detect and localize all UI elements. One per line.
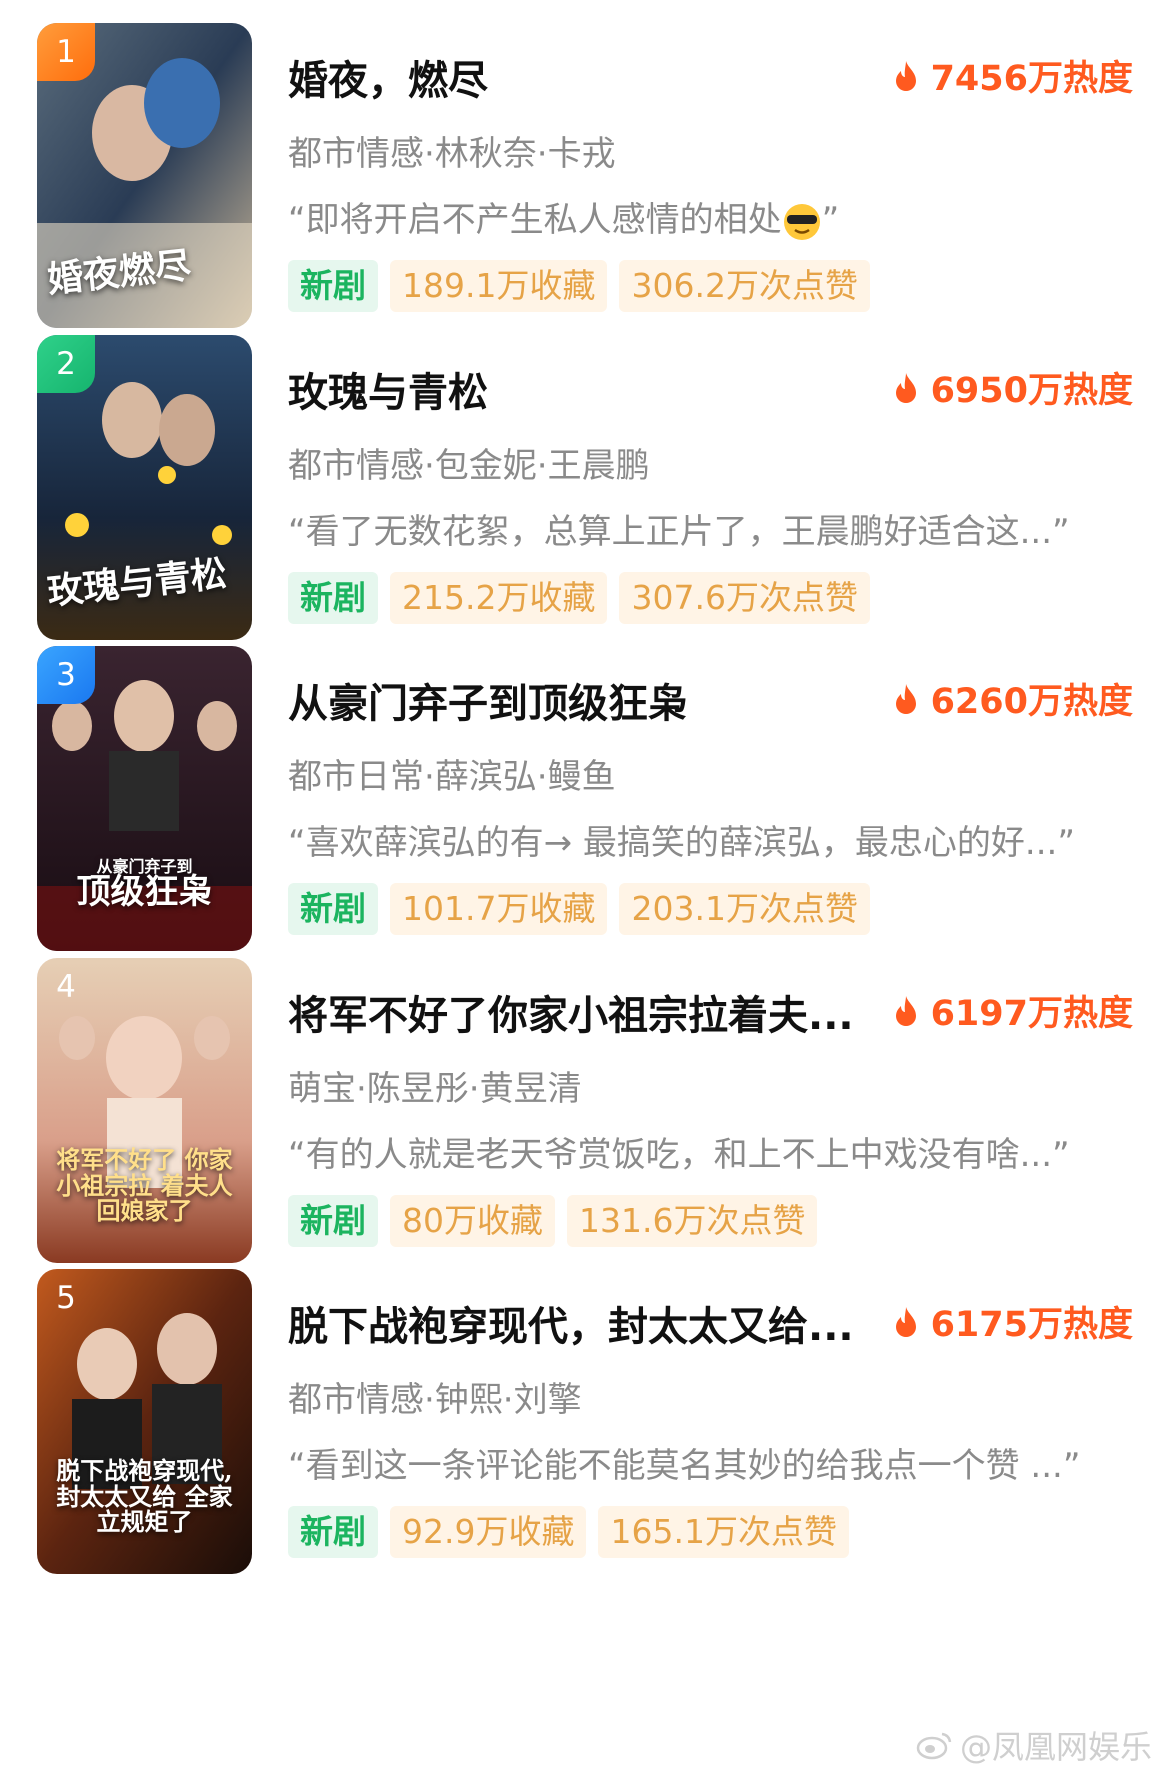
flame-icon	[895, 372, 916, 403]
badge-row: 新剧 92.9万收藏 165.1万次点赞	[288, 1506, 849, 1558]
likes-badge: 165.1万次点赞	[598, 1506, 849, 1558]
drama-tags: 萌宝·陈昱彤·黄昱清	[288, 1069, 582, 1109]
likes-badge: 306.2万次点赞	[619, 260, 870, 312]
rank-badge: 5	[56, 1280, 76, 1316]
collections-badge: 80万收藏	[390, 1195, 555, 1247]
poster-image[interactable]: 从豪门弃子到 顶级狂枭 3	[37, 646, 252, 951]
rank-badge: 1	[37, 23, 95, 81]
poster-image[interactable]: 脱下战袍穿现代, 封太太又给 全家立规矩了 5	[37, 1269, 252, 1574]
heat-value: 6197万热度	[930, 994, 1133, 1034]
drama-title[interactable]: 从豪门弃子到顶级狂枭	[288, 671, 688, 729]
poster-image[interactable]: 将军不好了 你家小祖宗拉 着夫人回娘家了 4	[37, 958, 252, 1263]
rank-badge: 2	[37, 335, 95, 393]
list-item[interactable]: 玫瑰与青松 2 玫瑰与青松 6950万热度 都市情感·包金妮·王晨鹏 “看了无数…	[0, 312, 1170, 640]
new-drama-badge: 新剧	[288, 572, 378, 624]
drama-title[interactable]: 将军不好了你家小祖宗拉着夫...	[288, 983, 854, 1041]
heat-value: 6175万热度	[930, 1305, 1133, 1345]
top-comment: “即将开启不产生私人感情的相处 ”	[288, 192, 839, 242]
badge-row: 新剧 189.1万收藏 306.2万次点赞	[288, 260, 870, 312]
heat-score: 6950万热度	[893, 362, 1133, 413]
drama-tags: 都市情感·钟熙·刘擎	[288, 1380, 582, 1420]
heat-value: 6260万热度	[930, 682, 1133, 722]
likes-badge: 203.1万次点赞	[619, 883, 870, 935]
heat-score: 7456万热度	[893, 50, 1133, 101]
collections-badge: 92.9万收藏	[390, 1506, 587, 1558]
drama-title[interactable]: 玫瑰与青松	[288, 360, 488, 418]
watermark: @凤凰网娱乐	[916, 1722, 1152, 1768]
new-drama-badge: 新剧	[288, 1195, 378, 1247]
heat-score: 6175万热度	[893, 1296, 1133, 1347]
heat-score: 6260万热度	[893, 673, 1133, 724]
poster-image[interactable]: 婚夜燃尽 1	[37, 23, 252, 328]
new-drama-badge: 新剧	[288, 260, 378, 312]
flame-icon	[895, 683, 916, 714]
drama-tags: 都市情感·林秋奈·卡戎	[288, 134, 616, 174]
likes-badge: 131.6万次点赞	[567, 1195, 818, 1247]
flame-icon	[895, 1306, 916, 1337]
badge-row: 新剧 80万收藏 131.6万次点赞	[288, 1195, 818, 1247]
collections-badge: 101.7万收藏	[390, 883, 608, 935]
list-item[interactable]: 婚夜燃尽 1 婚夜，燃尽 7456万热度 都市情感·林秋奈·卡戎 “即将开启不产…	[0, 0, 1170, 328]
poster-title: 将军不好了 你家小祖宗拉 着夫人回娘家了	[56, 1145, 233, 1225]
poster-image[interactable]: 玫瑰与青松 2	[37, 335, 252, 640]
watermark-text: @凤凰网娱乐	[959, 1728, 1152, 1766]
drama-tags: 都市日常·薛滨弘·鳗鱼	[288, 757, 616, 797]
rank-badge: 4	[56, 969, 76, 1005]
flame-icon	[895, 60, 916, 91]
flame-icon	[895, 995, 916, 1026]
badge-row: 新剧 215.2万收藏 307.6万次点赞	[288, 572, 870, 624]
new-drama-badge: 新剧	[288, 1506, 378, 1558]
heat-value: 7456万热度	[930, 59, 1133, 99]
collections-badge: 189.1万收藏	[390, 260, 608, 312]
comment-end: ”	[821, 200, 840, 240]
poster-title: 从豪门弃子到 顶级狂枭	[47, 858, 242, 913]
list-item[interactable]: 从豪门弃子到 顶级狂枭 3 从豪门弃子到顶级狂枭 6260万热度 都市日常·薛滨弘…	[0, 623, 1170, 951]
collections-badge: 215.2万收藏	[390, 572, 608, 624]
comment-text: “即将开启不产生私人感情的相处	[288, 200, 782, 240]
top-comment: “看了无数花絮，总算上正片了，王晨鹏好适合这...”	[288, 512, 1070, 552]
drama-title[interactable]: 脱下战袍穿现代，封太太又给...	[288, 1294, 854, 1352]
top-comment: “有的人就是老天爷赏饭吃，和上不上中戏没有啥...”	[288, 1135, 1070, 1175]
likes-badge: 307.6万次点赞	[619, 572, 870, 624]
poster-main-title: 顶级狂枭	[76, 872, 213, 913]
drama-title[interactable]: 婚夜，燃尽	[288, 48, 488, 106]
list-item[interactable]: 将军不好了 你家小祖宗拉 着夫人回娘家了 4 将军不好了你家小祖宗拉着夫... …	[0, 935, 1170, 1263]
rank-badge: 3	[37, 646, 95, 704]
list-item[interactable]: 脱下战袍穿现代, 封太太又给 全家立规矩了 5 脱下战袍穿现代，封太太又给...…	[0, 1246, 1170, 1574]
heat-score: 6197万热度	[893, 985, 1133, 1036]
heat-value: 6950万热度	[930, 371, 1133, 411]
weibo-icon	[916, 1732, 952, 1760]
top-comment: “喜欢薛滨弘的有→ 最搞笑的薛滨弘，最忠心的好...”	[288, 823, 1075, 863]
sunglasses-emoji-icon	[783, 203, 820, 240]
poster-title: 脱下战袍穿现代, 封太太又给 全家立规矩了	[56, 1456, 233, 1536]
new-drama-badge: 新剧	[288, 883, 378, 935]
drama-tags: 都市情感·包金妮·王晨鹏	[288, 446, 650, 486]
badge-row: 新剧 101.7万收藏 203.1万次点赞	[288, 883, 870, 935]
top-comment: “看到这一条评论能不能莫名其妙的给我点一个赞 ...”	[288, 1446, 1081, 1486]
